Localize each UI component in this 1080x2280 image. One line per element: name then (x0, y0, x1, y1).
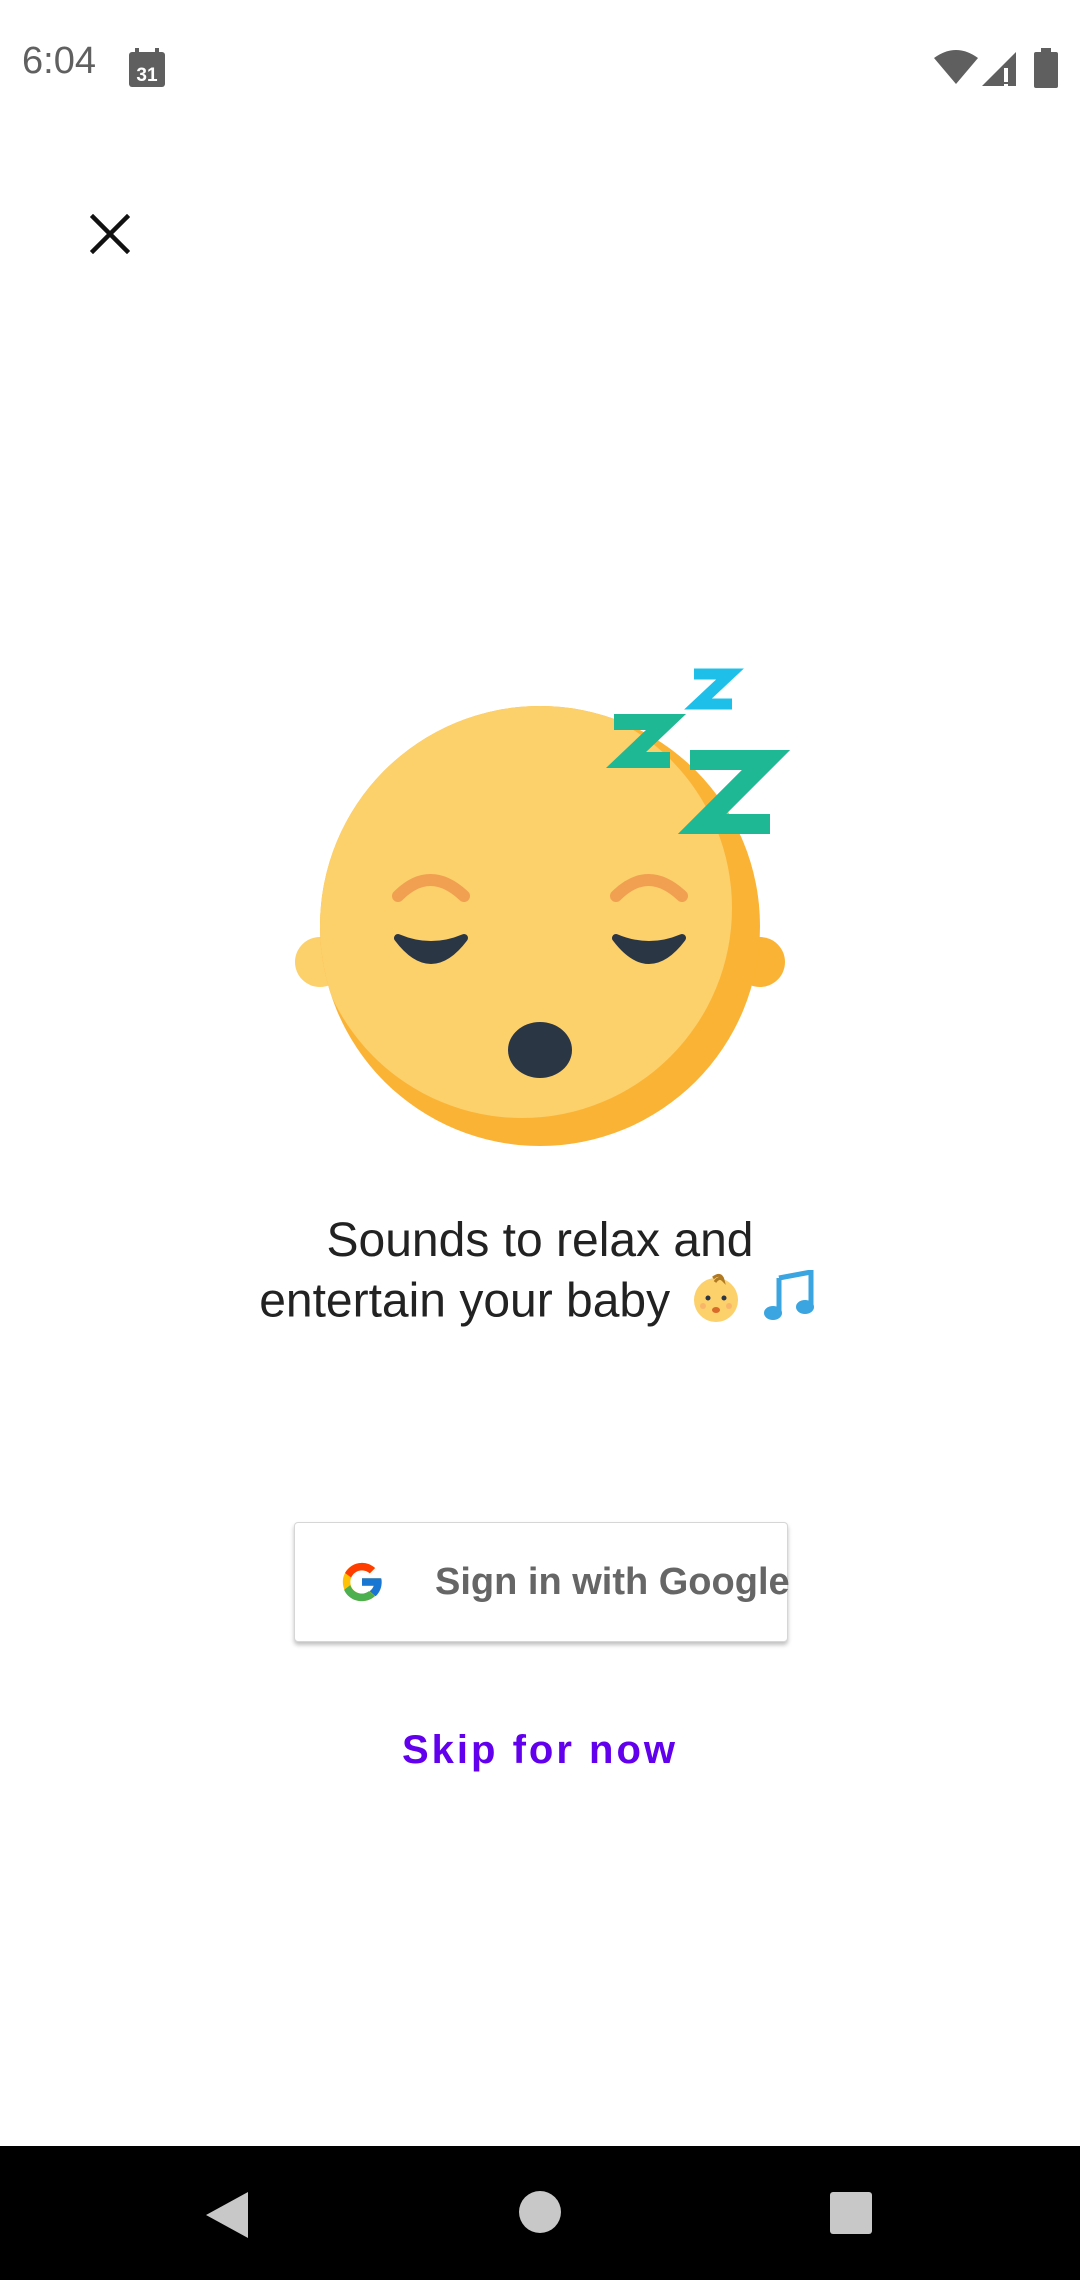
headline-line-2-text: entertain your baby (259, 1274, 671, 1328)
headline: Sounds to relax and entertain your baby (140, 1212, 940, 1338)
status-time: 6:04 (22, 40, 96, 82)
google-sign-in-label: Sign in with Google (435, 1561, 790, 1603)
back-icon[interactable] (204, 2190, 250, 2240)
skip-button[interactable]: Skip for now (340, 1718, 740, 1782)
close-button[interactable] (70, 196, 150, 276)
headline-line-1: Sounds to relax and (326, 1214, 754, 1267)
calendar-icon: 31 (128, 48, 166, 88)
status-bar: 6:04 31 (0, 0, 1080, 136)
baby-emoji-icon (689, 1270, 743, 1338)
recents-icon[interactable] (830, 2192, 872, 2234)
sign-in-screen: 6:04 31 Sounds to relax and entertain yo… (0, 0, 1080, 2280)
navigation-bar (0, 2146, 1080, 2280)
sleeping-face-icon (290, 660, 791, 1160)
google-sign-in-button[interactable]: Sign in with Google (294, 1522, 790, 1642)
battery-icon (1034, 48, 1058, 88)
headline-line-2: entertain your baby (140, 1268, 940, 1338)
cell-signal-icon (980, 50, 1020, 88)
home-icon[interactable] (518, 2190, 562, 2234)
close-icon (89, 213, 131, 259)
musical-notes-emoji-icon (763, 1268, 821, 1338)
google-logo-icon (337, 1557, 387, 1607)
wifi-icon (934, 50, 978, 86)
calendar-day: 31 (136, 65, 158, 86)
